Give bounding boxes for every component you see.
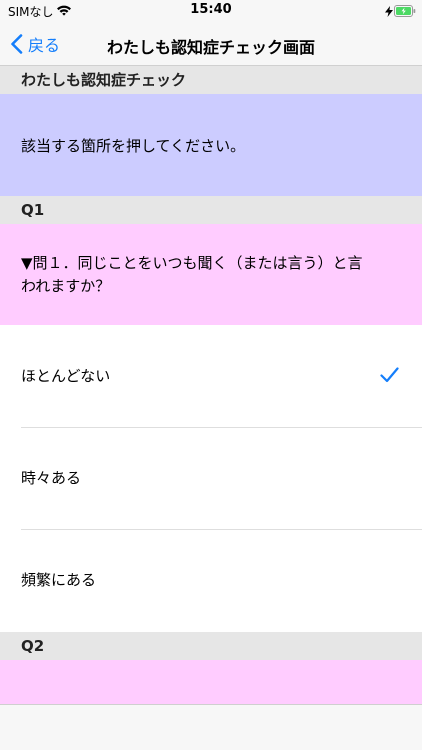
- bottom-toolbar: [0, 704, 422, 750]
- charging-icon: [385, 6, 393, 17]
- section-header-q1: Q1: [0, 196, 422, 224]
- answer-row-sometimes[interactable]: 時々ある: [0, 428, 422, 530]
- question-text-q1: ▼問１．同じことをいつも聞く（または言う）と言 われますか？: [21, 252, 363, 298]
- answer-row-frequently[interactable]: 頻繁にある: [0, 530, 422, 632]
- instruction-cell: 該当する箇所を押してください。: [0, 94, 422, 196]
- status-bar: SIMなし 15:40: [0, 0, 422, 22]
- status-time: 15:40: [190, 2, 232, 17]
- page-title: わたしも認知症チェック画面: [106, 38, 315, 57]
- battery-charging-icon: [394, 5, 416, 17]
- section-header-check: わたしも認知症チェック: [0, 66, 422, 94]
- checkmark-icon: [380, 367, 399, 383]
- answer-row-rarely[interactable]: ほとんどない: [0, 326, 422, 428]
- navigation-bar: 戻る わたしも認知症チェック画面: [0, 22, 422, 66]
- answer-label: 頻繁にある: [21, 571, 97, 589]
- question-cell-q1: ▼問１．同じことをいつも聞く（または言う）と言 われますか？: [0, 224, 422, 325]
- answer-label: 時々ある: [21, 469, 82, 487]
- answer-label: ほとんどない: [21, 367, 111, 385]
- instruction-text: 該当する箇所を押してください。: [21, 136, 246, 155]
- question-text-line: ▼問１．同じことをいつも聞く（または言う）と言: [21, 253, 363, 272]
- section-header-q2: Q2: [0, 632, 422, 660]
- question-text-line: われますか？: [21, 276, 111, 295]
